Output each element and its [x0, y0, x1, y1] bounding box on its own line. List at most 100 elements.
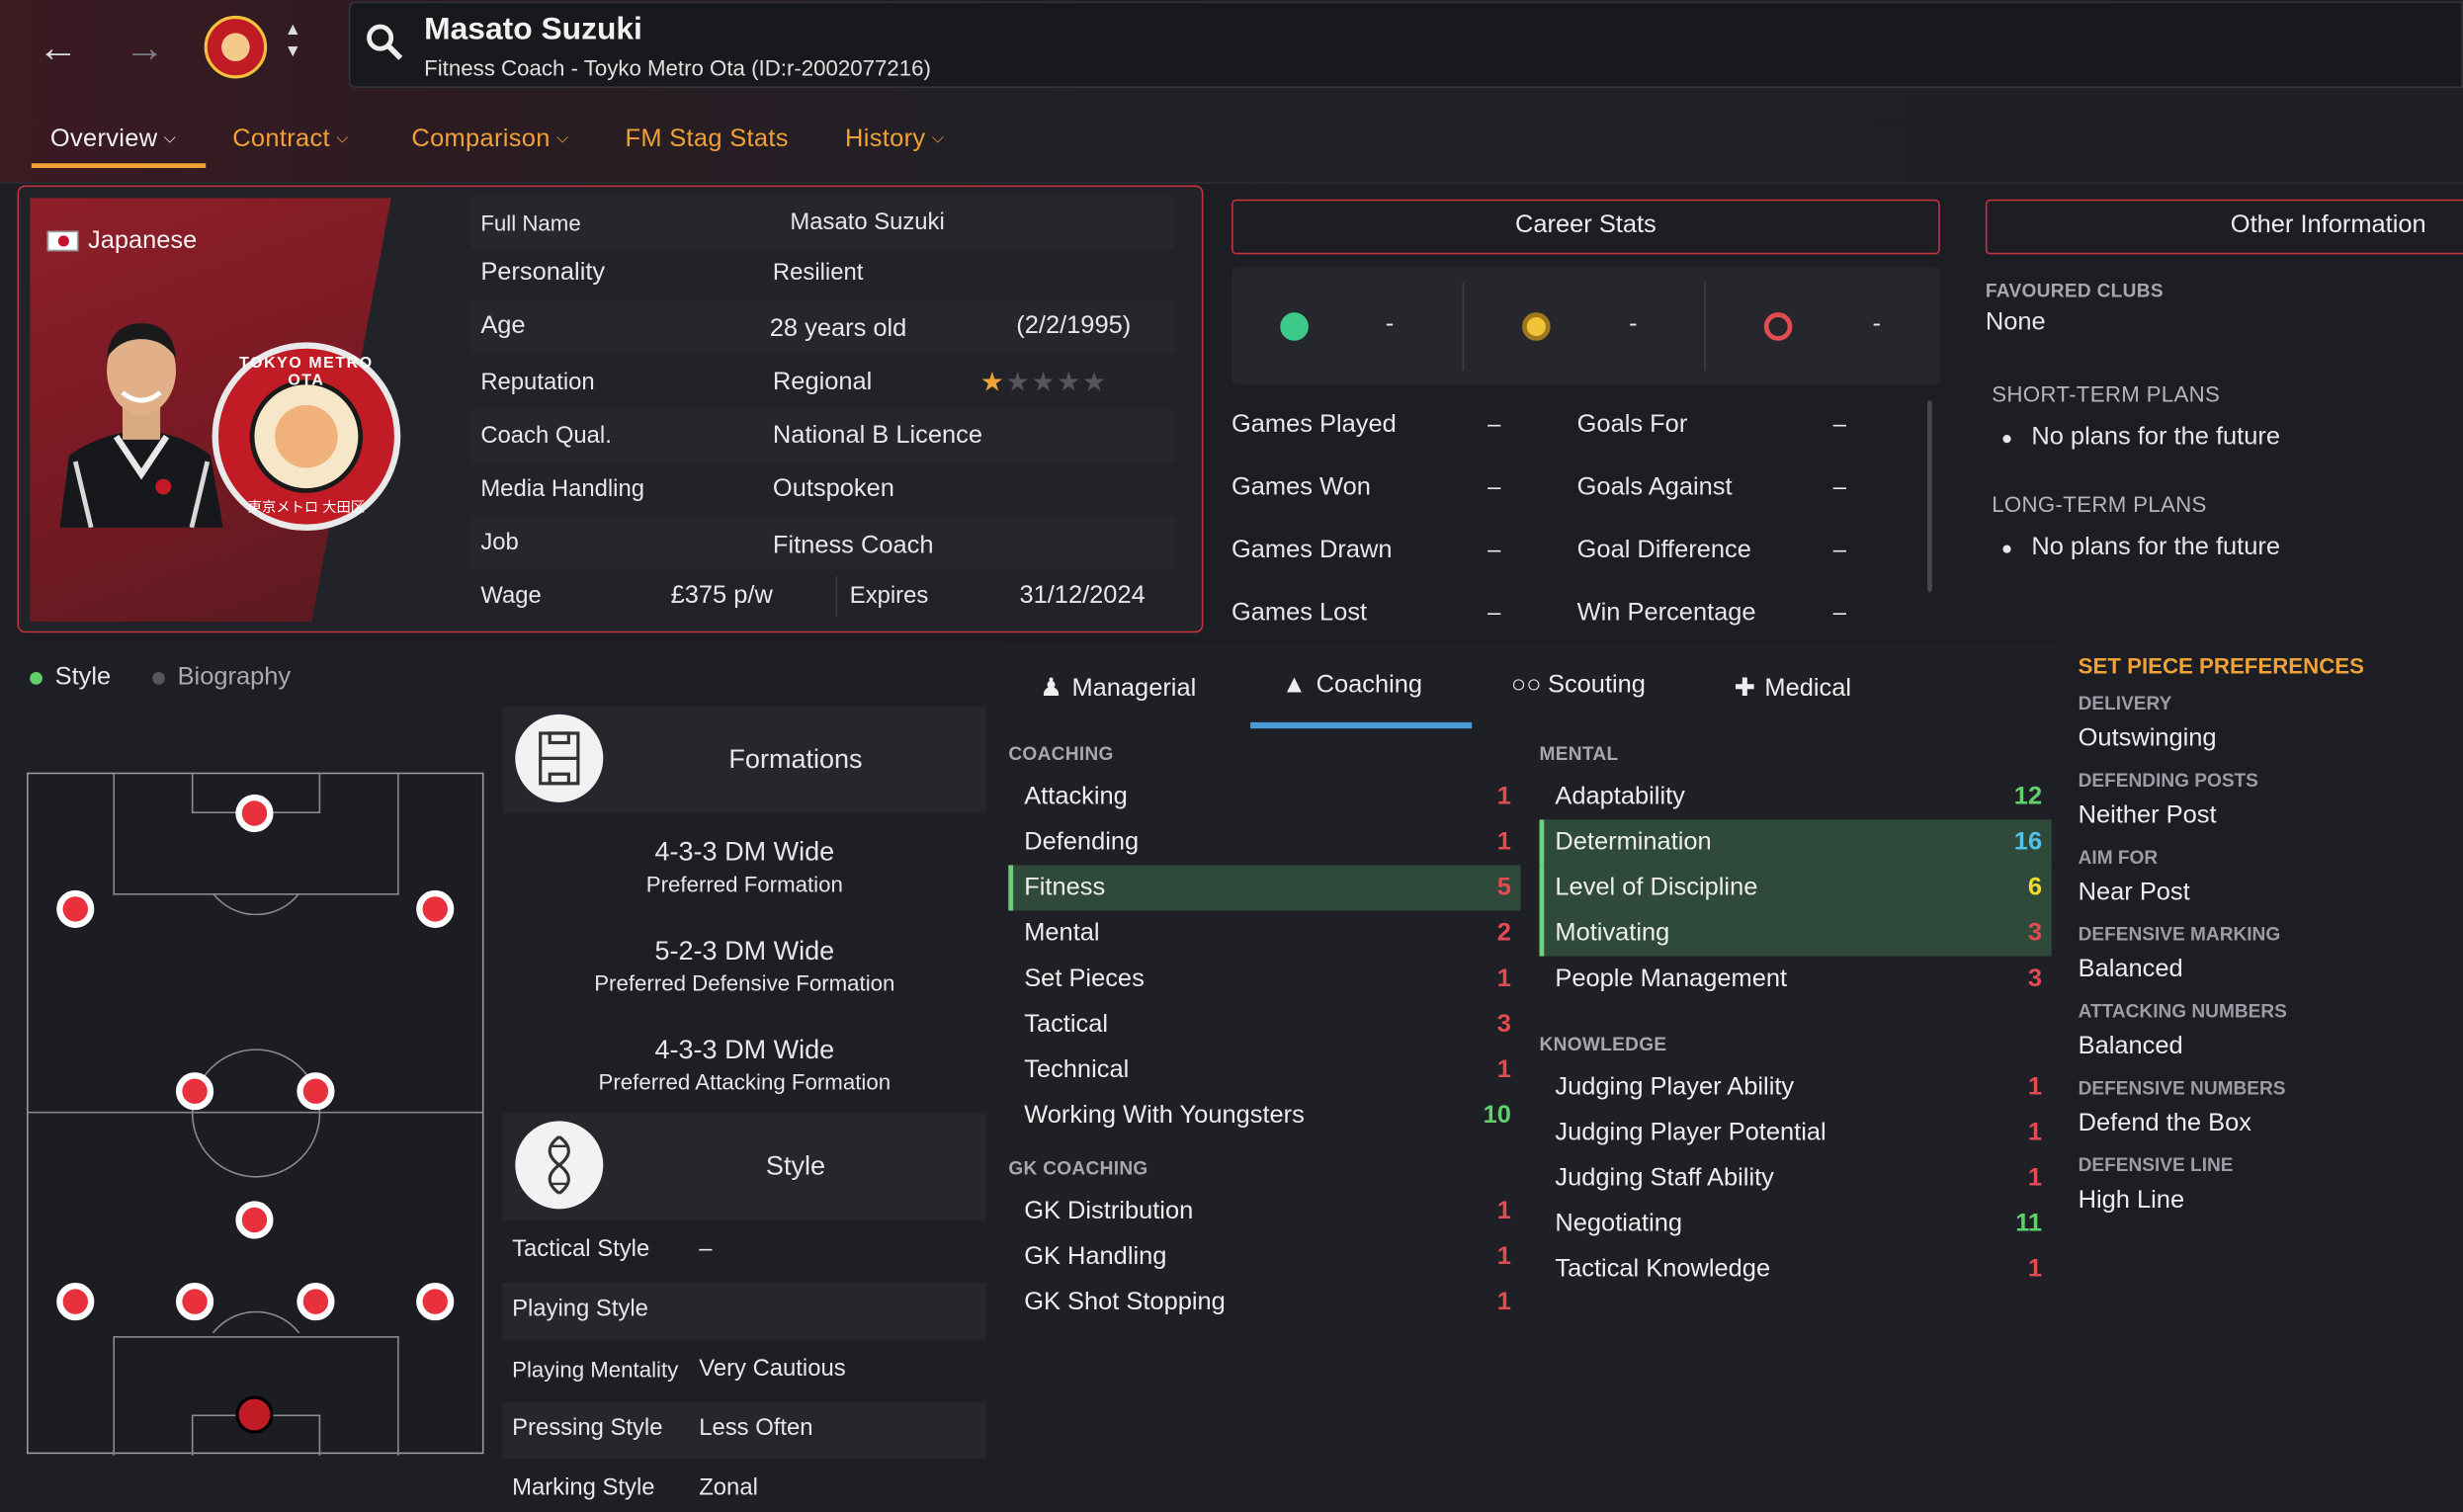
attribute-name: Judging Player Potential	[1555, 1119, 1826, 1146]
career-stats-list: Games Played – Goals For – Games Won – Goal…	[1232, 411, 1846, 627]
attribute-name: Attacking	[1024, 783, 1128, 810]
player-marker-rb[interactable]	[416, 1283, 455, 1321]
tab-overview[interactable]: Overview ⌵	[50, 126, 176, 154]
player-marker-gk[interactable]	[235, 1395, 274, 1434]
attribute-row[interactable]: GK Distribution 1	[1008, 1189, 1520, 1234]
tab-history[interactable]: History ⌵	[845, 126, 944, 154]
player-marker-rcm[interactable]	[297, 1072, 335, 1111]
attribute-row[interactable]: GK Handling 1	[1008, 1234, 1520, 1280]
setpiece-heading: DELIVERY	[2078, 692, 2172, 714]
attribute-name: Level of Discipline	[1555, 874, 1758, 901]
style-active-dot-icon	[30, 672, 42, 685]
search-icon[interactable]	[365, 22, 405, 62]
style-row-pressing: Pressing Style Less Often	[502, 1401, 987, 1459]
attribute-value: 1	[2027, 1164, 2043, 1192]
tab-coaching[interactable]: ▲ Coaching	[1282, 672, 1422, 701]
player-marker-lw[interactable]	[56, 889, 95, 928]
long-term-heading: LONG-TERM PLANS	[1992, 491, 2207, 517]
attribute-row[interactable]: Fitness 5	[1008, 865, 1521, 911]
scrollbar[interactable]	[1927, 400, 1932, 592]
attribute-value: 16	[2013, 828, 2043, 856]
career-stats-header: Career Stats	[1232, 199, 1940, 255]
player-marker-lcb[interactable]	[176, 1283, 214, 1321]
attribute-row[interactable]: Adaptability 12	[1540, 774, 2052, 819]
attribute-value: 1	[1496, 783, 1511, 810]
player-marker-st[interactable]	[235, 794, 274, 833]
attribute-row[interactable]: Working With Youngsters 10	[1008, 1093, 1520, 1138]
club-logo-icon[interactable]	[204, 15, 268, 79]
reputation-stars-icon: ★★★★★	[979, 367, 1108, 397]
attribute-value: 3	[2027, 920, 2043, 948]
attribute-row[interactable]: Defending 1	[1008, 819, 1520, 865]
career-summary	[1232, 267, 1940, 385]
tab-medical[interactable]: ✚ Medical	[1735, 672, 1851, 704]
attribute-row[interactable]: Tactical 3	[1008, 1002, 1520, 1048]
divider	[1704, 282, 1706, 371]
attribute-row[interactable]: GK Shot Stopping 1	[1008, 1280, 1520, 1325]
setpiece-value: High Line	[2078, 1187, 2185, 1215]
player-marker-dm[interactable]	[235, 1201, 274, 1239]
win-icon	[1280, 312, 1309, 341]
attribute-value: 1	[1496, 1289, 1511, 1316]
setpiece-title: SET PIECE PREFERENCES	[2078, 652, 2364, 679]
attribute-value: 1	[1496, 966, 1511, 993]
attribute-name: Mental	[1024, 920, 1100, 948]
player-marker-lcm[interactable]	[176, 1072, 214, 1111]
badge-subtext: 東京メトロ 大田区	[247, 499, 366, 516]
attribute-row[interactable]: Determination 16	[1539, 819, 2052, 866]
tab-scouting[interactable]: ○○ Scouting	[1511, 672, 1646, 701]
style-title: Style	[765, 1150, 826, 1181]
player-marker-rcb[interactable]	[297, 1283, 335, 1321]
style-row-marking: Marking Style Zonal	[512, 1473, 758, 1501]
gk-coaching-heading: GK COACHING	[1008, 1156, 1148, 1180]
attribute-value: 3	[1496, 1011, 1511, 1039]
attribute-row[interactable]: Judging Player Potential 1	[1540, 1110, 2052, 1155]
profile-row-fullname: Full Name Masato Suzuki	[470, 196, 1175, 250]
nationality-label: Japanese	[88, 227, 198, 255]
attribute-row[interactable]: Level of Discipline 6	[1539, 865, 2052, 911]
attribute-value: 5	[1496, 874, 1511, 901]
attribute-row[interactable]: People Management 3	[1540, 957, 2052, 1002]
tab-contract[interactable]: Contract ⌵	[232, 126, 348, 154]
coaching-icon: ▲	[1281, 672, 1308, 700]
attribute-row[interactable]: Mental 2	[1008, 911, 1520, 957]
short-term-plan: ● No plans for the future	[2000, 423, 2280, 451]
attribute-row[interactable]: Motivating 3	[1539, 910, 2052, 957]
forward-arrow-icon[interactable]: →	[125, 27, 165, 67]
attribute-row[interactable]: Judging Player Ability 1	[1540, 1064, 2052, 1110]
other-info-header: Other Information	[1985, 199, 2463, 255]
attribute-row[interactable]: Judging Staff Ability 1	[1540, 1155, 2052, 1201]
club-switcher-chevrons-icon[interactable]: ▲ ▼	[285, 19, 301, 62]
player-marker-lb[interactable]	[56, 1283, 95, 1321]
attribute-name: Defending	[1024, 828, 1140, 856]
knowledge-heading: KNOWLEDGE	[1539, 1033, 1667, 1055]
tab-biography[interactable]: Biography	[178, 664, 292, 693]
attribute-row[interactable]: Tactical Knowledge 1	[1540, 1247, 2052, 1293]
attribute-row[interactable]: Set Pieces 1	[1008, 957, 1520, 1002]
tab-fm-stag-stats[interactable]: FM Stag Stats	[626, 126, 789, 154]
attribute-name: Working With Youngsters	[1024, 1102, 1305, 1130]
attribute-value: 12	[2013, 783, 2043, 810]
coaching-heading: COACHING	[1008, 742, 1114, 765]
setpiece-value: Balanced	[2078, 956, 2183, 983]
setpiece-value: Defend the Box	[2078, 1110, 2251, 1137]
attribute-value: 1	[1496, 1198, 1511, 1225]
tab-style[interactable]: Style	[55, 664, 112, 693]
attribute-value: 1	[2027, 1073, 2043, 1101]
setpiece-heading: DEFENDING POSTS	[2078, 769, 2258, 792]
profile-row-personality: Personality Resilient	[480, 259, 864, 287]
attribute-row[interactable]: Negotiating 11	[1540, 1201, 2052, 1246]
tab-managerial[interactable]: ♟ Managerial	[1040, 672, 1196, 704]
draws-value: -	[1629, 310, 1638, 338]
attribute-name: GK Shot Stopping	[1024, 1289, 1226, 1316]
back-arrow-icon[interactable]: ←	[38, 27, 78, 67]
player-marker-rw[interactable]	[416, 889, 455, 928]
attribute-row[interactable]: Attacking 1	[1008, 774, 1520, 819]
setpiece-value: Neither Post	[2078, 801, 2217, 829]
attribute-value: 10	[1483, 1102, 1511, 1130]
attribute-row[interactable]: Technical 1	[1008, 1048, 1520, 1093]
setpiece-heading: DEFENSIVE LINE	[2078, 1153, 2234, 1177]
wins-value: -	[1385, 310, 1395, 338]
tab-comparison[interactable]: Comparison ⌵	[411, 126, 568, 154]
attribute-value: 1	[2027, 1256, 2043, 1284]
